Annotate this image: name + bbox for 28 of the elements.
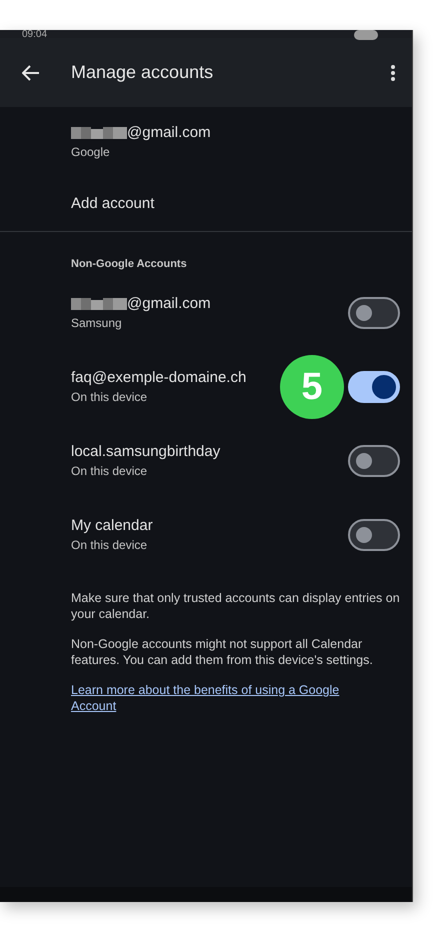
account-source: Samsung [71, 315, 122, 332]
learn-more-link[interactable]: Learn more about the benefits of using a Google Account [71, 682, 362, 714]
section-heading: Non-Google Accounts [71, 258, 187, 270]
info-text: Non-Google accounts might not support all Calendar features. You can add them from this device's settings. [71, 636, 374, 668]
account-name: local.samsungbirthday [71, 442, 220, 462]
toggle-switch[interactable] [348, 371, 400, 403]
info-text: Make sure that only trusted accounts can display entries on your calendar. [71, 590, 401, 622]
add-account-item[interactable]: Add account [71, 194, 154, 214]
toggle-switch[interactable] [348, 297, 400, 329]
toggle-switch[interactable] [348, 519, 400, 551]
account-source: On this device [71, 537, 148, 554]
screen-title: Manage accounts [71, 62, 214, 83]
toggle-switch[interactable] [348, 445, 400, 477]
account-source: On this device [71, 463, 148, 480]
account-name: @gmail.com [127, 123, 211, 143]
account-name: My calendar [71, 516, 153, 536]
status-time: 09:04 [22, 30, 48, 40]
account-source: On this device [71, 389, 148, 406]
more-button[interactable] [391, 64, 395, 80]
step-badge: 5 [280, 355, 344, 419]
account-type: Google [71, 144, 111, 161]
battery-icon [354, 30, 378, 40]
account-name: @gmail.com [127, 294, 211, 314]
account-row[interactable]: @gmail.com Google [0, 107, 211, 161]
account-name: faq@exemple-domaine.ch [71, 368, 246, 388]
back-button[interactable] [22, 64, 40, 80]
more-options-icon [391, 64, 395, 80]
back-arrow-icon [22, 64, 40, 80]
